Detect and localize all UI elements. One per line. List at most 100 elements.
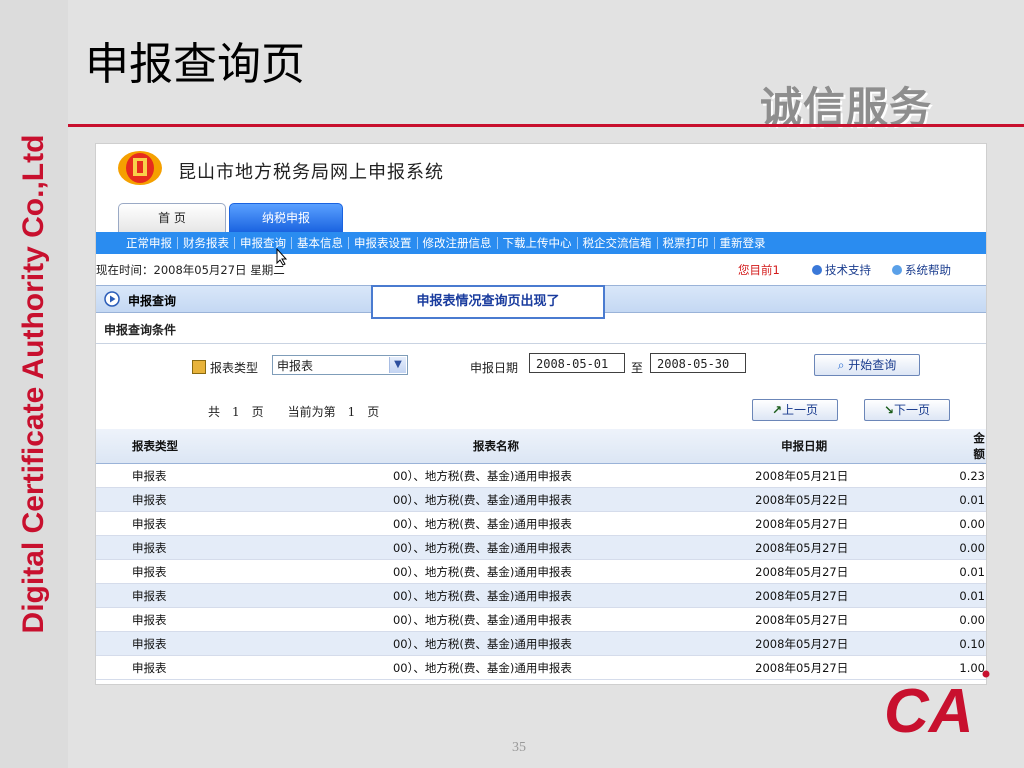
chevron-down-icon[interactable]: ▼ — [389, 357, 406, 373]
side-banner-text: Digital Certificate Authority Co.,Ltd — [17, 134, 50, 634]
app-title: 昆山市地方税务局网上申报系统 — [178, 162, 444, 183]
cell-amount: 0.01 — [929, 487, 986, 512]
cell-date: 2008年05月27日 — [719, 511, 930, 536]
cell-type: 申报表 — [96, 559, 339, 584]
user-status: 您目前1 — [738, 263, 780, 277]
menu-item-edit-registration[interactable]: 修改注册信息 — [418, 235, 497, 251]
menu-bar: 正常申报 财务报表 申报查询 基本信息 申报表设置 修改注册信息 下载上传中心 … — [96, 232, 986, 254]
cell-date: 2008年05月21日 — [719, 463, 930, 488]
report-type-label: 报表类型 — [192, 359, 258, 376]
cell-name-link[interactable]: 00）、地方税(费、基金)通用申报表 — [338, 607, 720, 632]
help-icon — [892, 265, 902, 275]
date-to-label: 至 — [631, 361, 644, 375]
tab-tax-declaration[interactable]: 纳税申报 — [229, 203, 343, 232]
report-type-label-text: 报表类型 — [210, 361, 259, 375]
cell-name-link[interactable]: 00）、地方税(费、基金)通用申报表 — [338, 487, 720, 512]
report-type-value: 申报表 — [277, 359, 314, 373]
system-help-label: 系统帮助 — [905, 263, 951, 277]
support-icon — [812, 265, 822, 275]
column-header[interactable]: 报表名称 — [338, 429, 720, 464]
cell-date: 2008年05月27日 — [719, 559, 930, 584]
table-row[interactable]: 申报表 00）、地方税(费、基金)通用申报表 2008年05月27日 0.01 — [96, 559, 986, 584]
previous-page-label: 上一页 — [782, 403, 819, 417]
table-row[interactable]: 申报表 00）、地方税(费、基金)通用申报表 2008年05月27日 0.00 — [96, 511, 986, 536]
app-screenshot: 昆山市地方税务局网上申报系统 首 页 纳税申报 正常申报 财务报表 申报查询 基… — [95, 143, 987, 685]
start-query-button[interactable]: ⌕ 开始查询 — [814, 354, 920, 376]
menu-item-basic-info[interactable]: 基本信息 — [292, 235, 348, 251]
arrow-down-icon: ↘ — [883, 403, 895, 417]
side-banner: Digital Certificate Authority Co.,Ltd — [0, 0, 68, 768]
search-icon: ⌕ — [837, 358, 849, 372]
table-row[interactable]: 申报表 00）、地方税(费、基金)通用申报表 2008年05月27日 0.01 — [96, 583, 986, 608]
table-header-row: 报表类型 报表名称 申报日期 金额 — [96, 429, 986, 464]
cell-name-link[interactable]: 00）、地方税(费、基金)通用申报表 — [338, 559, 720, 584]
cell-amount: 0.01 — [929, 559, 986, 584]
ca-logo: CA — [880, 668, 990, 746]
cell-amount: 0.10 — [929, 631, 986, 656]
cell-name-link[interactable]: 00）、地方税(费、基金)通用申报表 — [338, 463, 720, 488]
table-row[interactable]: 申报表 00）、地方税(费、基金)通用申报表 2008年05月27日 1.00 — [96, 655, 986, 680]
menu-item-download-upload[interactable]: 下载上传中心 — [498, 235, 577, 251]
pager: 共 1 页 当前为第 1 页 ↗上一页 ↘下一页 — [96, 397, 986, 423]
table-row[interactable]: 申报表 00）、地方税(费、基金)通用申报表 2008年05月27日 0.00 — [96, 535, 986, 560]
menu-item-mailbox[interactable]: 税企交流信箱 — [578, 235, 657, 251]
start-query-label: 开始查询 — [848, 358, 897, 372]
report-type-select[interactable]: 申报表 ▼ — [272, 355, 408, 375]
current-datetime: 现在时间：2008年05月27日 星期二 — [96, 263, 285, 277]
tab-home[interactable]: 首 页 — [118, 203, 226, 232]
play-arrow-icon — [104, 291, 120, 311]
cell-name-link[interactable]: 00）、地方税(费、基金)通用申报表 — [338, 631, 720, 656]
pager-text: 共 1 页 当前为第 1 页 — [208, 405, 380, 419]
date-from-input[interactable]: 2008-05-01 — [529, 353, 625, 373]
menu-item-financial-report[interactable]: 财务报表 — [178, 235, 234, 251]
tech-support-label: 技术支持 — [825, 263, 871, 277]
menu-item-print-ticket[interactable]: 税票打印 — [658, 235, 714, 251]
title-divider — [68, 124, 1024, 127]
tech-support-link[interactable]: 技术支持 — [812, 262, 871, 278]
previous-page-button[interactable]: ↗上一页 — [752, 399, 838, 421]
system-help-link[interactable]: 系统帮助 — [892, 262, 951, 278]
report-icon — [192, 360, 206, 374]
cell-amount: 0.23 — [929, 463, 986, 488]
info-bar: 现在时间：2008年05月27日 星期二 您目前1 技术支持 系统帮助 — [96, 256, 986, 282]
query-panel: 申报查询 申报查询条件 报表类型 申报表 ▼ 申报日期 2008-05-01 至… — [96, 285, 986, 684]
table-row[interactable]: 申报表 00）、地方税(费、基金)通用申报表 2008年05月22日 0.01 — [96, 487, 986, 512]
table-row[interactable]: 申报表 00）、地方税(费、基金)通用申报表 2008年05月27日 0.00 — [96, 607, 986, 632]
results-table: 报表类型 报表名称 申报日期 金额 申报表 00）、地方税(费、基金)通用申报表 2… — [96, 429, 986, 680]
table-row[interactable]: 申报表 00）、地方税(费、基金)通用申报表 2008年05月21日 0.23 — [96, 463, 986, 488]
cell-type: 申报表 — [96, 655, 339, 680]
cell-type: 申报表 — [96, 511, 339, 536]
cell-type: 申报表 — [96, 535, 339, 560]
slide-title: 申报查询页 — [85, 39, 305, 90]
cell-type: 申报表 — [96, 583, 339, 608]
next-page-label: 下一页 — [894, 403, 931, 417]
ca-logo-text: CA — [884, 677, 974, 740]
tax-bureau-emblem-icon — [116, 148, 164, 192]
declare-date-label: 申报日期 — [470, 361, 519, 375]
cell-amount: 0.00 — [929, 607, 986, 632]
next-page-button[interactable]: ↘下一页 — [864, 399, 950, 421]
menu-item-relogin[interactable]: 重新登录 — [715, 235, 771, 251]
cell-amount: 0.01 — [929, 583, 986, 608]
cell-type: 申报表 — [96, 487, 339, 512]
cell-amount: 0.00 — [929, 511, 986, 536]
cell-amount: 0.00 — [929, 535, 986, 560]
panel-title: 申报查询 — [128, 294, 177, 308]
divider — [96, 343, 986, 344]
cell-name-link[interactable]: 00）、地方税(费、基金)通用申报表 — [338, 583, 720, 608]
cell-type: 申报表 — [96, 607, 339, 632]
cell-date: 2008年05月27日 — [719, 583, 930, 608]
column-header[interactable]: 报表类型 — [96, 429, 339, 464]
cell-name-link[interactable]: 00）、地方税(费、基金)通用申报表 — [338, 511, 720, 536]
column-header[interactable]: 金额 — [929, 429, 986, 464]
cell-name-link[interactable]: 00）、地方税(费、基金)通用申报表 — [338, 535, 720, 560]
menu-item-form-settings[interactable]: 申报表设置 — [349, 235, 417, 251]
column-header[interactable]: 申报日期 — [719, 429, 930, 464]
cell-type: 申报表 — [96, 631, 339, 656]
menu-item-normal-declare[interactable]: 正常申报 — [121, 235, 177, 251]
cell-name-link[interactable]: 00）、地方税(费、基金)通用申报表 — [338, 655, 720, 680]
table-row[interactable]: 申报表 00）、地方税(费、基金)通用申报表 2008年05月27日 0.10 — [96, 631, 986, 656]
cell-type: 申报表 — [96, 463, 339, 488]
cell-date: 2008年05月27日 — [719, 631, 930, 656]
date-to-input[interactable]: 2008-05-30 — [650, 353, 746, 373]
